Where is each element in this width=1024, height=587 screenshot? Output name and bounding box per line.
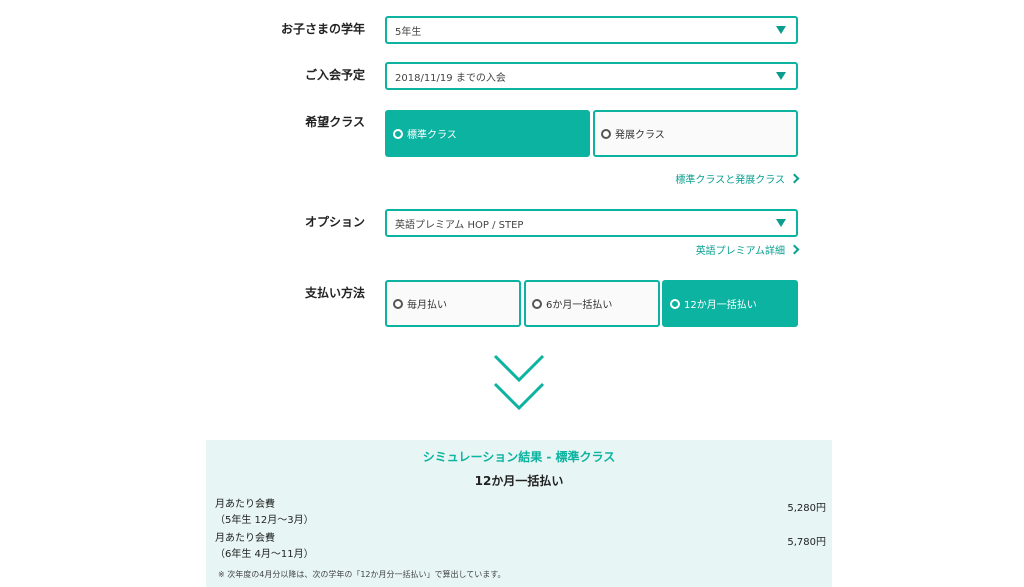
class-label: 希望クラス xyxy=(305,115,365,129)
class-option-standard[interactable]: 標準クラス xyxy=(385,110,590,157)
result-row-value: 5,780円 xyxy=(787,537,826,548)
result-title: シミュレーション結果 - 標準クラス xyxy=(422,450,616,464)
result-row-label: 月あたり会費 （5年生 12月～3月） xyxy=(215,497,314,529)
class-option-standard-label: 標準クラス xyxy=(407,130,457,141)
payment-option-6months-label: 6か月一括払い xyxy=(546,300,613,311)
class-option-advanced[interactable]: 発展クラス xyxy=(593,110,798,157)
radio-circle-icon xyxy=(532,298,542,309)
join-date-select[interactable]: 2018/11/19 までの入会 xyxy=(385,62,798,90)
grade-label: お子さまの学年 xyxy=(280,22,365,36)
dropdown-arrow-icon xyxy=(776,26,786,34)
payment-option-6months[interactable]: 6か月一括払い xyxy=(524,280,660,327)
payment-option-monthly-label: 毎月払い xyxy=(407,300,447,311)
grade-select[interactable]: 5年生 xyxy=(385,16,798,44)
grade-select-value: 5年生 xyxy=(395,26,422,38)
double-chevron-down-icon xyxy=(493,354,545,411)
chevron-right-icon xyxy=(789,244,800,255)
class-compare-link[interactable]: 標準クラスと発展クラス xyxy=(675,171,800,186)
result-row-title: 月あたり会費 xyxy=(215,499,275,510)
radio-circle-icon xyxy=(393,128,403,139)
result-row-period: （6年生 4月～11月） xyxy=(215,549,314,560)
result-subtitle: 12か月一括払い xyxy=(474,474,564,488)
option-select-value: 英語プレミアム HOP / STEP xyxy=(395,219,524,231)
result-row-value: 5,280円 xyxy=(787,503,826,514)
english-premium-link[interactable]: 英語プレミアム詳細 xyxy=(695,242,800,257)
dropdown-arrow-icon xyxy=(776,219,786,227)
dropdown-arrow-icon xyxy=(776,72,786,80)
option-select[interactable]: 英語プレミアム HOP / STEP xyxy=(385,209,798,237)
result-row-title: 月あたり会費 xyxy=(215,533,275,544)
payment-option-monthly[interactable]: 毎月払い xyxy=(385,280,521,327)
radio-circle-icon xyxy=(601,128,611,139)
radio-circle-icon xyxy=(670,298,680,309)
chevron-right-icon xyxy=(789,173,800,184)
radio-circle-icon xyxy=(393,298,403,309)
payment-label: 支払い方法 xyxy=(304,286,365,300)
join-date-label: ご入会予定 xyxy=(304,68,365,82)
class-option-advanced-label: 発展クラス xyxy=(615,130,665,141)
english-premium-link-text: 英語プレミアム詳細 xyxy=(695,246,785,257)
result-row-label: 月あたり会費 （6年生 4月～11月） xyxy=(215,531,314,563)
class-compare-link-text: 標準クラスと発展クラス xyxy=(675,175,785,186)
option-label: オプション xyxy=(304,215,365,229)
join-date-select-value: 2018/11/19 までの入会 xyxy=(395,72,506,84)
payment-option-12months[interactable]: 12か月一括払い xyxy=(662,280,798,327)
result-row-period: （5年生 12月～3月） xyxy=(215,515,314,526)
result-note: ※ 次年度の4月分以降は、次の学年の「12か月分一括払い」で算出しています。 xyxy=(218,570,506,579)
payment-option-12months-label: 12か月一括払い xyxy=(684,300,757,311)
